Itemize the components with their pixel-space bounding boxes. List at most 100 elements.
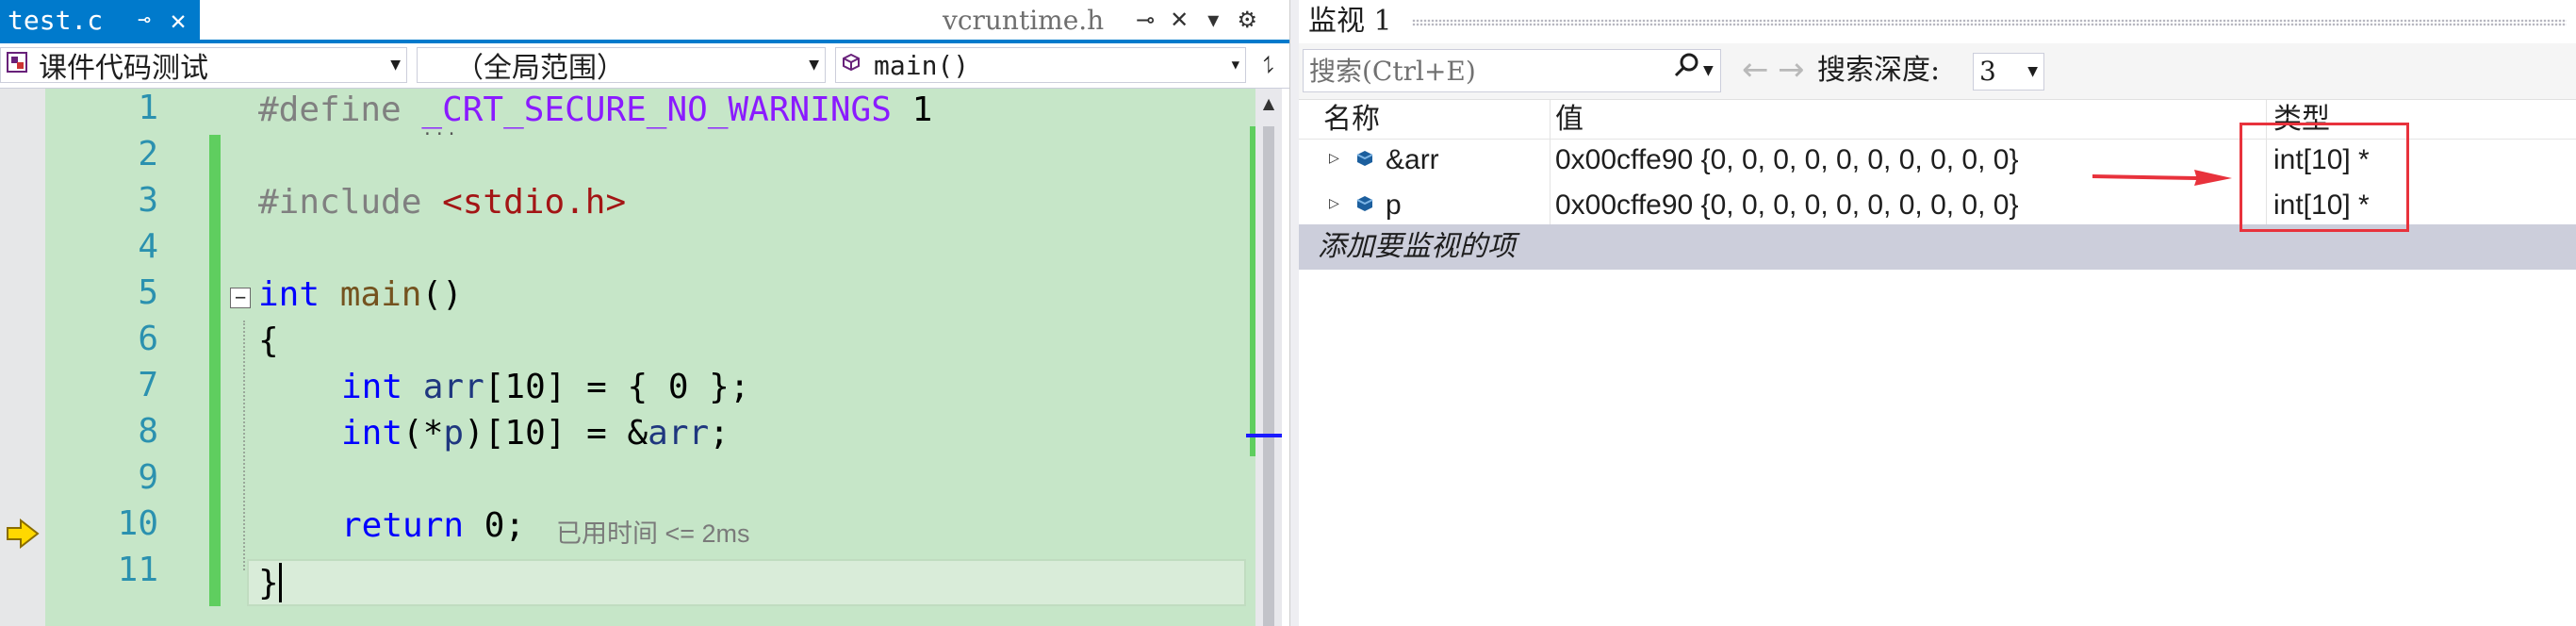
forward-arrow-icon[interactable]: → bbox=[1778, 51, 1805, 89]
tab-test-c[interactable]: test.c ⊸ ✕ bbox=[0, 0, 200, 40]
gear-icon[interactable]: ⚙ bbox=[1230, 7, 1264, 33]
chevron-down-icon: ▼ bbox=[809, 58, 819, 73]
line-number: 2 bbox=[138, 135, 158, 173]
code-line-5[interactable]: int main() bbox=[258, 273, 463, 317]
pin-icon[interactable]: ⊸ bbox=[130, 8, 158, 32]
watch-name-cell[interactable]: p bbox=[1386, 183, 1402, 228]
punctuation-token: )[10] = & bbox=[464, 414, 648, 453]
line-number: 3 bbox=[138, 181, 158, 220]
add-watch-placeholder[interactable]: 添加要监视的项 bbox=[1318, 224, 1516, 270]
watch-value-cell[interactable]: 0x00cffe90 {0, 0, 0, 0, 0, 0, 0, 0, 0, 0… bbox=[1555, 183, 2018, 228]
macro-token: _CRT_SECURE_NO_WARNINGS bbox=[421, 91, 892, 129]
punctuation-token: ; bbox=[709, 414, 730, 453]
scrollbar-thumb[interactable] bbox=[1263, 126, 1274, 626]
punctuation-token: [10] = { 0 }; bbox=[484, 368, 750, 406]
navigation-bar: 课件代码测试 ▼ （全局范围） ▼ main() ▼ bbox=[0, 43, 1289, 89]
line-number: 5 bbox=[138, 273, 158, 312]
chevron-down-icon: ▼ bbox=[2027, 64, 2038, 79]
preprocessor-token: #include bbox=[258, 183, 443, 222]
code-editor: test.c ⊸ ✕ vcruntime.h ⊸ ✕ ▾ ⚙ 课件代码测试 ▼ … bbox=[0, 0, 1289, 626]
keyword-token: int bbox=[341, 414, 403, 453]
code-line-11[interactable]: } bbox=[258, 562, 279, 605]
punctuation-token: (* bbox=[402, 414, 444, 453]
watch-name-cell[interactable]: &arr bbox=[1386, 138, 1439, 183]
tab-vcruntime-h[interactable]: vcruntime.h ⊸ ✕ ▾ ⚙ bbox=[943, 0, 1264, 40]
keyword-token: int bbox=[258, 275, 320, 314]
line-number: 7 bbox=[138, 366, 158, 404]
line-number-gutter: 1 2 3 4 5 6 7 8 9 10 11 bbox=[45, 89, 158, 626]
code-line-10[interactable]: return 0; bbox=[341, 504, 525, 548]
code-line-8[interactable]: int(*p)[10] = &arr; bbox=[341, 412, 730, 455]
tab-label: vcruntime.h bbox=[943, 4, 1105, 36]
execution-pointer-icon bbox=[7, 519, 40, 549]
punctuation-token: { bbox=[258, 321, 279, 360]
indent-guide bbox=[243, 321, 245, 570]
variable-icon bbox=[1356, 196, 1373, 211]
punctuation-token: } bbox=[258, 564, 279, 602]
search-icon[interactable] bbox=[1673, 52, 1699, 85]
collapse-icon[interactable]: − bbox=[230, 288, 251, 308]
document-tab-strip: test.c ⊸ ✕ vcruntime.h ⊸ ✕ ▾ ⚙ bbox=[0, 0, 1289, 43]
keyword-token: int bbox=[341, 368, 403, 406]
search-depth-dropdown[interactable]: 3 ▼ bbox=[1973, 53, 2044, 91]
scope-dropdown[interactable]: （全局范围） ▼ bbox=[417, 47, 826, 85]
line-number: 10 bbox=[117, 504, 158, 543]
close-icon[interactable]: ✕ bbox=[1162, 7, 1196, 33]
text-cursor bbox=[279, 563, 282, 602]
scroll-up-icon[interactable]: ▲ bbox=[1255, 94, 1282, 112]
line-number: 1 bbox=[138, 89, 158, 127]
vertical-scrollbar[interactable]: ▲ bbox=[1255, 89, 1282, 626]
scrollbar-change-marker bbox=[1250, 126, 1255, 456]
scrollbar-caret-marker bbox=[1246, 434, 1282, 437]
line-number: 8 bbox=[138, 412, 158, 451]
variable-token: arr bbox=[648, 414, 710, 453]
chevron-down-icon[interactable]: ▼ bbox=[1703, 63, 1714, 78]
watch-toolbar: ▼ ← → 搜索深度: 3 ▼ bbox=[1299, 43, 2576, 100]
change-tracking-bar bbox=[209, 135, 221, 606]
include-path-token: <stdio.h> bbox=[442, 183, 627, 222]
back-arrow-icon[interactable]: ← bbox=[1742, 51, 1769, 89]
keep-open-icon[interactable]: ⊸ bbox=[1128, 7, 1162, 33]
code-line-7[interactable]: int arr[10] = { 0 }; bbox=[341, 366, 750, 409]
project-icon bbox=[7, 52, 27, 78]
member-dropdown[interactable]: main() ▼ bbox=[835, 47, 1246, 83]
scope-label: （全局范围） bbox=[455, 52, 625, 85]
chevron-down-icon: ▼ bbox=[1231, 58, 1239, 73]
line-number: 6 bbox=[138, 320, 158, 358]
code-line-6[interactable]: { bbox=[258, 320, 279, 363]
pane-splitter[interactable] bbox=[1289, 0, 1299, 626]
search-input[interactable] bbox=[1309, 52, 1649, 90]
column-header-value[interactable]: 值 bbox=[1555, 100, 1583, 140]
line-number: 4 bbox=[138, 227, 158, 266]
project-label: 课件代码测试 bbox=[39, 52, 208, 85]
line-number: 11 bbox=[117, 551, 158, 589]
line-number: 9 bbox=[138, 458, 158, 497]
watch-value-cell[interactable]: 0x00cffe90 {0, 0, 0, 0, 0, 0, 0, 0, 0, 0… bbox=[1555, 138, 2018, 183]
column-header-name[interactable]: 名称 bbox=[1323, 100, 1380, 140]
member-label: main() bbox=[874, 49, 970, 81]
annotation-arrow bbox=[2092, 170, 2232, 186]
split-window-icon[interactable]: ⥍ bbox=[1252, 47, 1286, 83]
watch-window-title: 监视 1 bbox=[1308, 5, 1392, 38]
tab-label: test.c bbox=[8, 4, 104, 36]
expand-arrow-icon[interactable]: ▷ bbox=[1329, 151, 1339, 166]
code-line-3[interactable]: #include <stdio.h> bbox=[258, 181, 626, 224]
title-grip[interactable] bbox=[1412, 19, 2567, 26]
current-line-highlight bbox=[247, 559, 1246, 606]
punctuation-token: 0; bbox=[464, 506, 526, 545]
watch-search-box: ▼ bbox=[1303, 49, 1721, 92]
variable-icon bbox=[1356, 151, 1373, 166]
close-icon[interactable]: ✕ bbox=[164, 5, 192, 36]
annotation-highlight-box bbox=[2240, 123, 2409, 232]
watch-window: 监视 1 ▼ ← → 搜索深度: 3 ▼ 名称 值 类型 ▷ &arr 0x00… bbox=[1299, 0, 2576, 626]
project-dropdown[interactable]: 课件代码测试 ▼ bbox=[0, 47, 407, 85]
chevron-down-icon[interactable]: ▾ bbox=[1196, 7, 1230, 33]
search-depth-value: 3 bbox=[1979, 56, 1996, 87]
function-icon bbox=[842, 53, 861, 77]
expand-arrow-icon[interactable]: ▷ bbox=[1329, 196, 1339, 211]
punctuation-token: () bbox=[421, 275, 463, 314]
suggestion-dots: ··· bbox=[422, 124, 459, 144]
keyword-token: return bbox=[341, 506, 465, 545]
code-line-1[interactable]: #define _CRT_SECURE_NO_WARNINGS 1 bbox=[258, 89, 932, 132]
perf-tip[interactable]: 已用时间 <= 2ms bbox=[556, 517, 750, 551]
